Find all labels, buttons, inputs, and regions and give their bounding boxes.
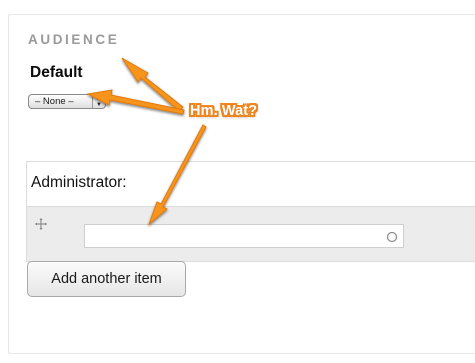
default-select-value: – None – <box>35 96 74 107</box>
annotation-label: Hm. Wat? <box>190 103 258 119</box>
administrator-field: Administrator: <box>26 161 475 262</box>
section-title: AUDIENCE <box>28 32 120 47</box>
add-another-item-button[interactable]: Add another item <box>27 261 186 297</box>
administrator-label: Administrator: <box>31 174 127 191</box>
updown-arrows-icon: ▲ ▼ <box>92 95 105 108</box>
default-label: Default <box>30 64 83 81</box>
move-handle-icon[interactable] <box>35 217 47 230</box>
administrator-field-header: Administrator: <box>27 162 475 207</box>
autocomplete-throbber-icon <box>386 230 398 243</box>
administrator-input[interactable] <box>84 224 404 248</box>
default-select[interactable]: – None – ▲ ▼ <box>28 94 106 109</box>
administrator-item-row <box>27 207 475 261</box>
